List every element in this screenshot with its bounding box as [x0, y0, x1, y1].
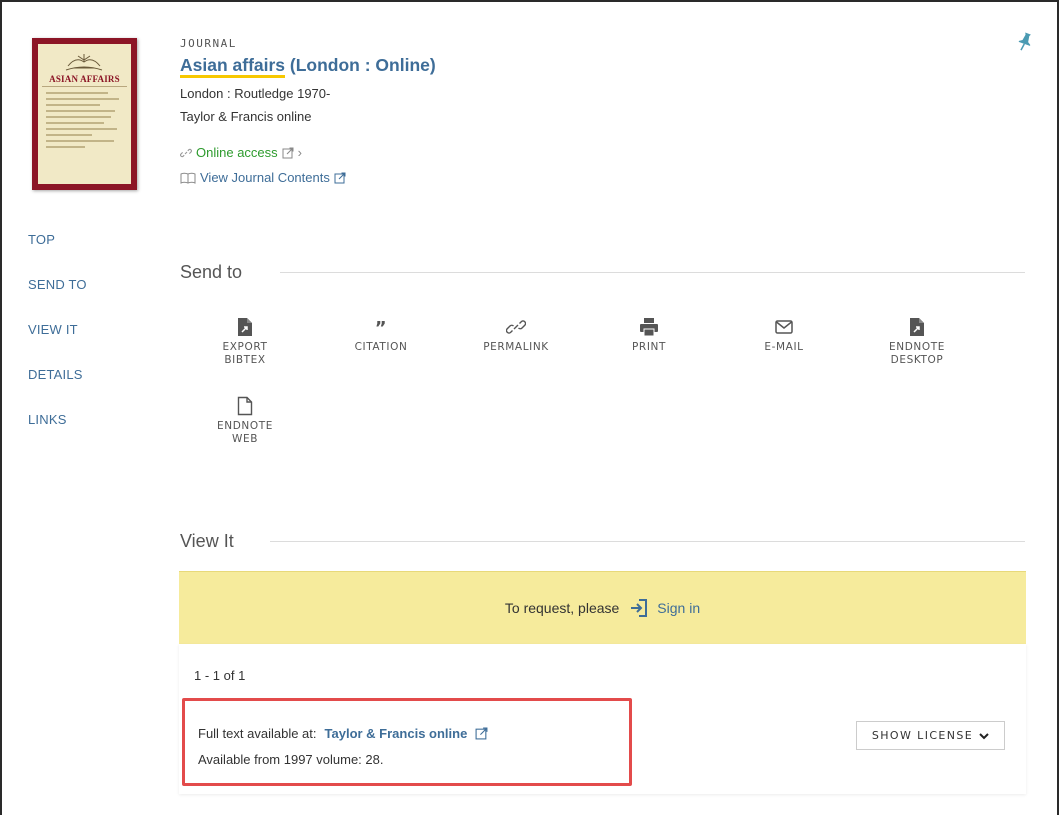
endnote-web-button[interactable]: ENDNOTE WEB — [195, 396, 295, 446]
fulltext-label: Full text available at: — [198, 726, 317, 741]
cover-title: ASIAN AFFAIRS — [49, 74, 120, 84]
endnote-desktop-label-1: ENDNOTE — [889, 341, 945, 353]
sign-in-link[interactable]: Sign in — [629, 598, 700, 618]
highlight-annotation-box — [182, 698, 632, 786]
export-bibtex-label-1: EXPORT — [222, 341, 268, 353]
section-navigation: TOP SEND TO VIEW IT DETAILS LINKS — [28, 232, 87, 457]
request-text: To request, please — [504, 600, 620, 616]
availability-statement: Available from 1997 volume: 28. — [198, 752, 384, 767]
send-to-divider — [280, 272, 1025, 273]
fulltext-provider-link[interactable]: Taylor & Francis online — [325, 726, 468, 741]
cover-rule — [42, 86, 127, 87]
export-bibtex-button[interactable]: EXPORT BIBTEX — [195, 317, 295, 367]
send-to-heading: Send to — [180, 262, 243, 282]
fulltext-row: Full text available at: Taylor & Francis… — [198, 726, 488, 741]
endnote-web-label-1: ENDNOTE — [217, 420, 273, 432]
nav-item-links[interactable]: LINKS — [28, 412, 87, 457]
show-license-label: SHOW LICENSE — [871, 729, 974, 742]
journal-cover-thumbnail[interactable]: ASIAN AFFAIRS — [32, 38, 137, 190]
endnote-desktop-button[interactable]: ENDNOTE DESKTOP — [867, 317, 967, 367]
nav-item-send-to[interactable]: SEND TO — [28, 277, 87, 322]
view-journal-contents-link[interactable]: View Journal Contents — [180, 170, 346, 185]
email-button[interactable]: E-MAIL — [734, 317, 834, 354]
envelope-icon — [775, 320, 793, 334]
record-title-rest[interactable]: (London : Online) — [285, 55, 436, 75]
print-label: PRINT — [632, 341, 666, 353]
svg-text:”: ” — [375, 318, 387, 337]
source-info: Taylor & Francis online — [180, 109, 312, 124]
sign-in-icon — [631, 599, 648, 617]
view-it-divider — [270, 541, 1025, 542]
cover-emblem-icon — [65, 54, 103, 71]
link-icon — [506, 320, 526, 334]
link-icon — [180, 148, 192, 157]
permalink-label: PERMALINK — [483, 341, 549, 353]
print-button[interactable]: PRINT — [599, 317, 699, 354]
chevron-right-icon: › — [297, 145, 302, 160]
view-it-heading: View It — [180, 531, 234, 551]
printer-icon — [640, 318, 658, 337]
export-bibtex-label-2: BIBTEX — [224, 354, 266, 366]
record-title[interactable]: Asian affairs (London : Online) — [180, 55, 436, 78]
results-count: 1 - 1 of 1 — [194, 668, 246, 683]
show-license-button[interactable]: SHOW LICENSE — [856, 721, 1005, 750]
online-access-link[interactable]: Online access › — [180, 145, 302, 160]
external-link-icon[interactable] — [475, 727, 488, 740]
record-title-highlight[interactable]: Asian affairs — [180, 55, 286, 78]
book-icon — [180, 172, 196, 184]
endnote-web-label-2: WEB — [231, 433, 259, 445]
sign-in-label[interactable]: Sign in — [657, 600, 700, 616]
citation-label: CITATION — [354, 341, 408, 353]
nav-item-details[interactable]: DETAILS — [28, 367, 87, 412]
online-access-label[interactable]: Online access — [196, 145, 278, 160]
permalink-button[interactable]: PERMALINK — [466, 317, 566, 354]
publisher-info: London : Routledge 1970- — [180, 86, 331, 101]
chevron-down-icon — [979, 732, 989, 739]
file-export-icon — [238, 318, 252, 336]
quote-icon: ” — [375, 318, 387, 337]
cover-page: ASIAN AFFAIRS — [38, 44, 131, 184]
pin-icon[interactable] — [1017, 32, 1033, 52]
request-banner: To request, please Sign in — [179, 571, 1026, 644]
external-link-icon — [282, 147, 294, 158]
cover-contents-lines — [46, 92, 123, 152]
record-type-label: JOURNAL — [180, 37, 237, 50]
nav-item-view-it[interactable]: VIEW IT — [28, 322, 87, 367]
external-link-icon — [334, 172, 346, 183]
view-journal-contents-label[interactable]: View Journal Contents — [200, 170, 330, 185]
file-outline-icon — [237, 396, 253, 416]
file-export-icon — [910, 318, 924, 336]
endnote-desktop-label-2: DESKTOP — [890, 354, 944, 366]
nav-item-top[interactable]: TOP — [28, 232, 87, 277]
citation-button[interactable]: ” CITATION — [331, 317, 431, 354]
email-label: E-MAIL — [764, 341, 804, 353]
